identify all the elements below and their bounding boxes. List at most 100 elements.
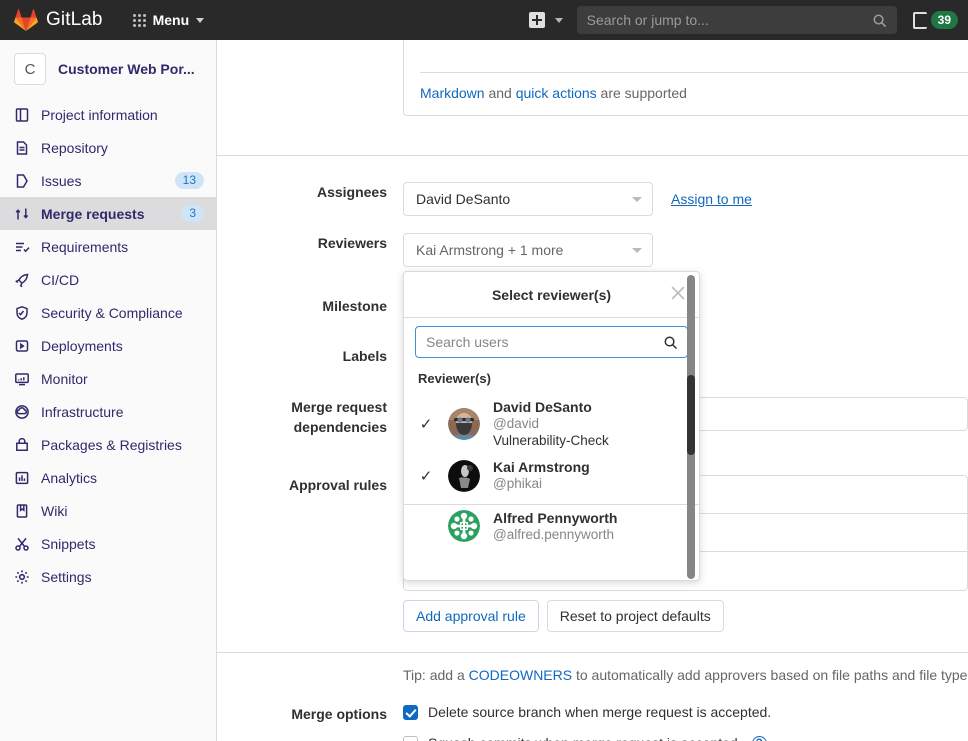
deployments-icon (14, 338, 30, 354)
sidebar-item-label: Requirements (41, 238, 129, 255)
analytics-chart-icon (14, 470, 30, 486)
sidebar-item-analytics[interactable]: Analytics (0, 461, 216, 494)
quick-actions-link[interactable]: quick actions (516, 85, 597, 101)
reviewers-field-row: Reviewers Kai Armstrong + 1 more (217, 233, 653, 267)
merge-requests-icon (14, 206, 30, 222)
new-item-chevron-down-icon[interactable] (554, 17, 563, 23)
check-icon: ✓ (419, 467, 433, 485)
dropdown-scrollbar[interactable] (687, 275, 695, 579)
approval-rules-buttons: Add approval rule Reset to project defau… (403, 600, 968, 632)
shield-icon (14, 305, 30, 321)
sidebar-item-issues[interactable]: Issues 13 (0, 164, 216, 197)
sidebar-item-label: Deployments (41, 337, 123, 354)
project-avatar: C (14, 53, 46, 85)
markdown-link[interactable]: Markdown (420, 85, 485, 101)
sidebar-item-requirements[interactable]: Requirements (0, 230, 216, 263)
search-icon (664, 336, 677, 349)
repository-icon (14, 140, 30, 156)
and-text: and (484, 85, 516, 101)
sidebar-item-label: CI/CD (41, 271, 80, 288)
search-input[interactable]: Search or jump to... (576, 6, 897, 34)
main-menu-label: Menu (152, 12, 190, 28)
reviewers-label: Reviewers (317, 235, 387, 251)
reviewer-handle: @alfred.pennyworth (493, 526, 615, 542)
milestone-field-row: Milestone (217, 296, 403, 316)
main-menu-button[interactable]: Menu (127, 7, 211, 33)
supported-text: are supported (596, 85, 687, 101)
sidebar-item-packages-registries[interactable]: Packages & Registries (0, 428, 216, 461)
reset-to-project-defaults-button[interactable]: Reset to project defaults (546, 600, 724, 632)
assignees-value: David DeSanto (416, 191, 511, 207)
dropdown-header: Select reviewer(s) (404, 272, 699, 318)
sidebar-item-label: Issues (41, 172, 82, 189)
reviewer-list-item[interactable]: Alfred Pennyworth @alfred.pennyworth (404, 505, 699, 549)
sidebar-item-monitor[interactable]: Monitor (0, 362, 216, 395)
assignees-label: Assignees (316, 184, 387, 200)
codeowners-link[interactable]: CODEOWNERS (469, 667, 572, 683)
package-icon (14, 437, 30, 453)
reviewer-text-block: Kai Armstrong @phikai (493, 459, 590, 493)
sidebar-item-badge: 3 (181, 205, 204, 222)
squash-commits-checkbox[interactable] (403, 735, 418, 741)
codeowners-tip-prefix: Tip: add a (403, 667, 469, 683)
check-icon: ✓ (419, 416, 433, 433)
reviewer-list-item[interactable]: ✓ David DeSanto @david Vulnerability-Check (404, 394, 699, 454)
section-divider-2 (217, 652, 968, 653)
grid-dots-icon (132, 13, 146, 27)
search-users-input[interactable]: Search users (415, 326, 688, 358)
search-icon (873, 13, 886, 27)
avatar (448, 510, 480, 543)
sidebar-item-label: Security & Compliance (41, 304, 183, 321)
sidebar-item-settings[interactable]: Settings (0, 560, 216, 593)
sidebar-item-badge: 13 (174, 172, 204, 189)
delete-source-branch-checkbox[interactable] (403, 704, 418, 720)
delete-source-branch-label: Delete source branch when merge request … (428, 704, 772, 720)
top-nav-right-group: Search or jump to... 39 (528, 6, 958, 34)
gitlab-logo-icon[interactable] (14, 8, 38, 32)
gitlab-brand-text: GitLab (46, 9, 103, 30)
assignees-select[interactable]: David DeSanto (403, 182, 653, 216)
reviewer-handle: @david (493, 416, 539, 432)
new-item-button[interactable] (528, 12, 545, 28)
merge-options-control: Delete source branch when merge request … (403, 704, 771, 741)
dropdown-title: Select reviewer(s) (491, 286, 612, 303)
reviewer-approval-rule: Vulnerability-Check (493, 432, 609, 448)
available-users-list: Alfred Pennyworth @alfred.pennyworth (404, 505, 699, 549)
issues-icon (14, 173, 30, 189)
requirements-icon (14, 239, 30, 255)
monitor-icon (14, 371, 30, 387)
sidebar-item-ci-cd[interactable]: CI/CD (0, 263, 216, 296)
assign-to-me-link[interactable]: Assign to me (671, 182, 752, 216)
todos-count-badge: 39 (930, 11, 958, 29)
close-icon[interactable] (671, 286, 685, 300)
project-sidebar: C Customer Web Por... Project informatio… (0, 40, 217, 741)
sidebar-item-snippets[interactable]: Snippets (0, 527, 216, 560)
sidebar-item-merge-requests[interactable]: Merge requests 3 (0, 197, 216, 230)
add-approval-rule-button[interactable]: Add approval rule (403, 600, 539, 632)
question-circle-icon[interactable]: ? (751, 735, 767, 741)
select-reviewers-dropdown: Select reviewer(s) Search users Reviewer… (403, 271, 700, 581)
reviewers-value: Kai Armstrong + 1 more (416, 242, 564, 258)
codeowners-tip: Tip: add a CODEOWNERS to automatically a… (403, 667, 968, 683)
sidebar-item-infrastructure[interactable]: Infrastructure (0, 395, 216, 428)
squash-commits-option[interactable]: Squash commits when merge request is acc… (403, 735, 771, 741)
search-placeholder: Search or jump to... (586, 12, 709, 28)
mr-dependencies-label: Merge request dependencies (291, 399, 387, 435)
sidebar-item-label: Settings (41, 568, 92, 585)
sidebar-item-wiki[interactable]: Wiki (0, 494, 216, 527)
sidebar-item-label: Repository (41, 139, 108, 156)
todos-button[interactable]: 39 (912, 11, 958, 29)
infrastructure-cloud-icon (14, 404, 30, 420)
reviewer-list-item[interactable]: ✓ Kai Armstrong @phikai (404, 454, 699, 498)
delete-source-branch-option[interactable]: Delete source branch when merge request … (403, 704, 771, 720)
sidebar-item-repository[interactable]: Repository (0, 131, 216, 164)
codeowners-tip-suffix: to automatically add approvers based on … (572, 667, 968, 683)
reviewers-select[interactable]: Kai Armstrong + 1 more (403, 233, 653, 267)
sidebar-item-project-information[interactable]: Project information (0, 98, 216, 131)
dropdown-scrollbar-thumb[interactable] (687, 375, 695, 455)
sidebar-item-security-compliance[interactable]: Security & Compliance (0, 296, 216, 329)
project-header[interactable]: C Customer Web Por... (0, 40, 216, 98)
squash-commits-label: Squash commits when merge request is acc… (428, 735, 742, 741)
sidebar-item-deployments[interactable]: Deployments (0, 329, 216, 362)
assignees-control: David DeSanto Assign to me (403, 182, 752, 216)
